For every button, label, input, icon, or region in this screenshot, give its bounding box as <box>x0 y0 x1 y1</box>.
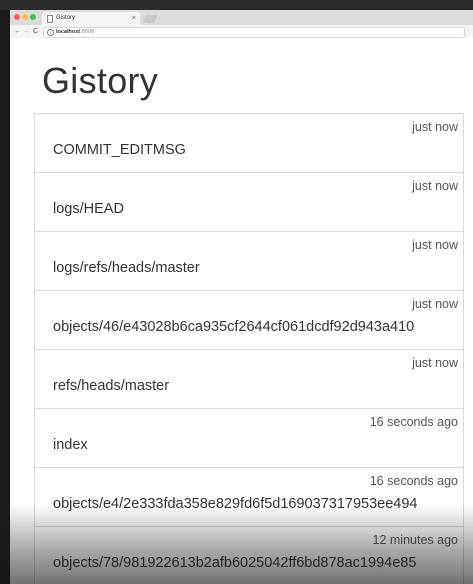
page-icon <box>47 15 53 23</box>
info-icon[interactable]: i <box>47 29 54 36</box>
list-item[interactable]: just now COMMIT_EDITMSG <box>34 114 464 173</box>
file-timestamp: just now <box>412 120 458 134</box>
address-input[interactable]: i localhost:8808 <box>43 27 465 38</box>
file-timestamp: 12 minutes ago <box>372 533 458 547</box>
list-item[interactable]: 16 seconds ago index <box>34 409 464 468</box>
page-title: Gistory <box>42 60 159 101</box>
file-path: objects/e4/2e333fda358e829fd6f5d16903731… <box>53 496 418 512</box>
file-path: objects/46/e43028b6ca935cf2644cf061dcdf9… <box>53 319 415 335</box>
tab-title: Gistory <box>56 15 76 21</box>
file-timestamp: just now <box>412 179 458 193</box>
file-path: logs/refs/heads/master <box>53 260 200 276</box>
file-path: objects/78/981922613b2afb6025042ff6bd878… <box>53 555 417 571</box>
tab-gistory[interactable]: Gistory × <box>42 12 140 25</box>
file-timestamp: just now <box>412 297 458 311</box>
top-strip <box>0 0 473 10</box>
url-host: localhost <box>56 29 81 35</box>
list-item[interactable]: just now objects/46/e43028b6ca935cf2644c… <box>34 291 464 350</box>
reload-icon[interactable]: C <box>33 25 38 38</box>
forward-arrow-icon[interactable]: → <box>23 25 30 38</box>
file-timestamp: just now <box>412 356 458 370</box>
list-item[interactable]: 16 seconds ago objects/e4/2e333fda358e82… <box>34 468 464 527</box>
maximize-window-icon[interactable] <box>30 14 36 20</box>
url-port: :8808 <box>80 29 94 35</box>
file-timestamp: 16 seconds ago <box>369 415 458 429</box>
file-path: refs/heads/master <box>53 378 170 394</box>
file-timestamp: just now <box>412 238 458 252</box>
file-path: logs/HEAD <box>53 201 124 217</box>
page-content: Gistory just now COMMIT_EDITMSG just now… <box>10 38 473 584</box>
file-path: COMMIT_EDITMSG <box>53 142 186 158</box>
file-timestamp: 16 seconds ago <box>369 474 458 488</box>
file-path: index <box>53 437 88 453</box>
minimize-window-icon[interactable] <box>22 14 28 20</box>
tab-bar: Gistory × <box>10 10 473 25</box>
browser-chrome: Gistory × ← → C i localhost:8808 <box>10 10 473 39</box>
back-arrow-icon[interactable]: ← <box>14 25 21 38</box>
file-list: just now COMMIT_EDITMSG just now logs/HE… <box>34 113 464 584</box>
new-tab-button[interactable] <box>142 15 158 23</box>
list-item[interactable]: 12 minutes ago objects/78/981922613b2afb… <box>34 527 464 584</box>
list-item[interactable]: just now logs/refs/heads/master <box>34 232 464 291</box>
tab-close-icon[interactable]: × <box>132 12 136 25</box>
close-window-icon[interactable] <box>14 14 20 20</box>
list-item[interactable]: just now logs/HEAD <box>34 173 464 232</box>
url-text: localhost:8808 <box>56 28 94 37</box>
list-item[interactable]: just now refs/heads/master <box>34 350 464 409</box>
url-bar: ← → C i localhost:8808 <box>10 25 473 38</box>
